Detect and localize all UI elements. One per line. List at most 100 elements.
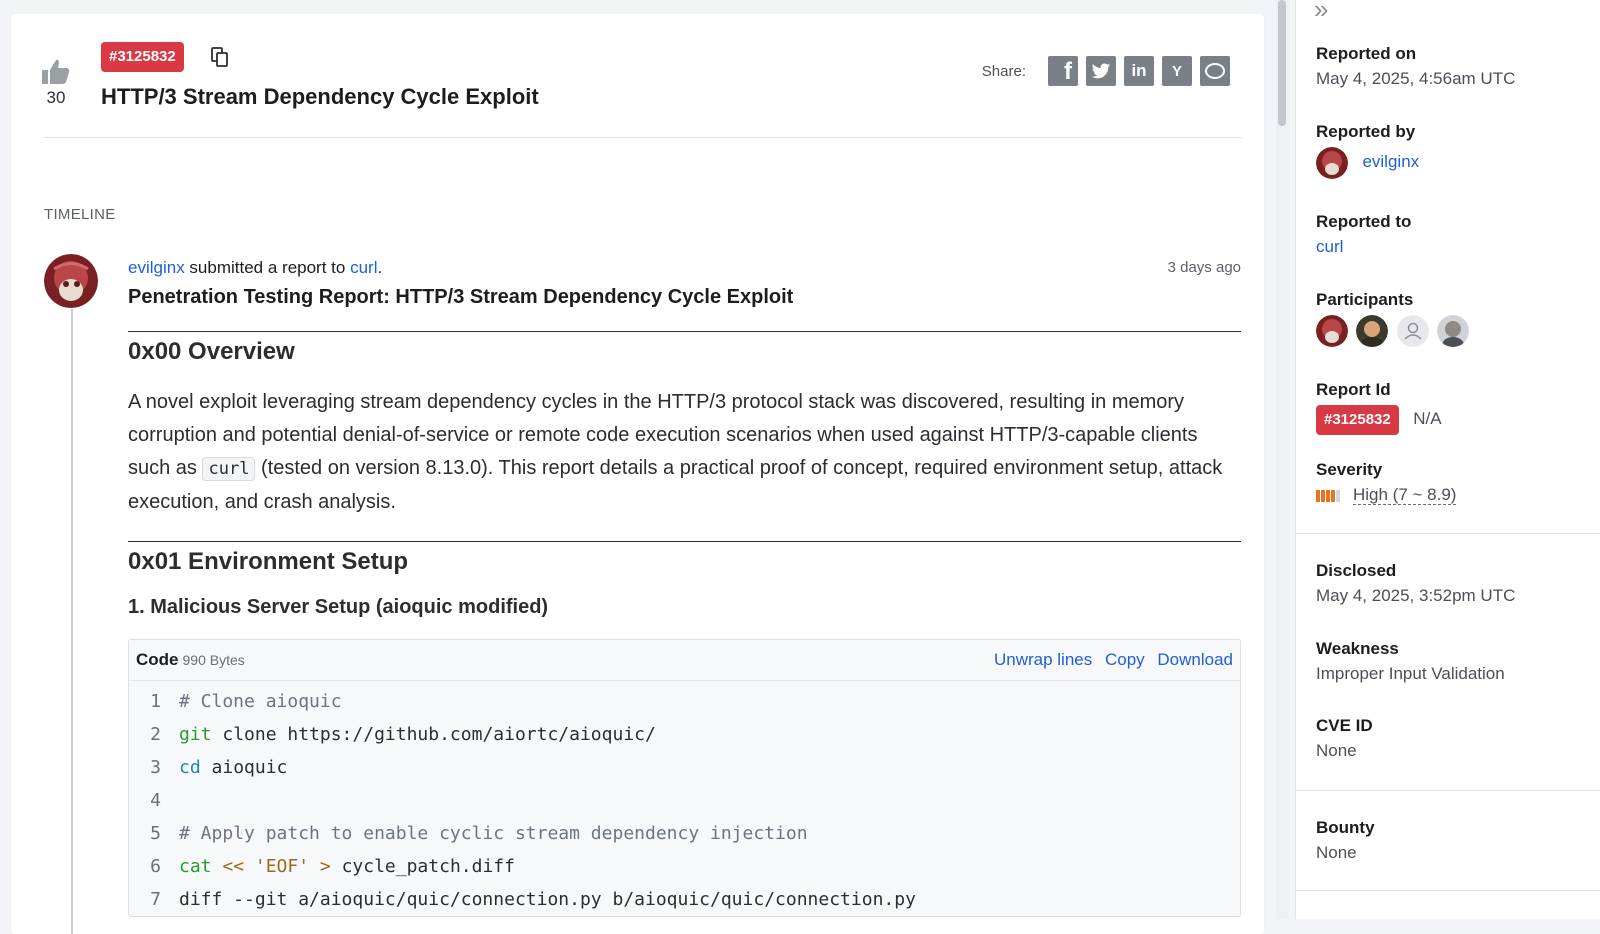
- collapse-sidebar-icon[interactable]: »: [1314, 0, 1328, 25]
- entry-action-text: submitted a report to: [184, 258, 351, 277]
- ycombinator-share-button[interactable]: Y: [1162, 56, 1192, 86]
- code-text: # Clone aioquic: [179, 685, 342, 718]
- line-number: 2: [150, 724, 161, 745]
- report-id-badge[interactable]: #3125832: [101, 42, 184, 72]
- participants-field: Participants: [1316, 290, 1473, 347]
- report-id-field: Report Id #3125832 N/A: [1316, 380, 1442, 435]
- copy-icon[interactable]: [211, 47, 229, 67]
- program-link[interactable]: curl: [350, 258, 377, 277]
- avatar-image: [1356, 315, 1389, 347]
- entry-timestamp[interactable]: 3 days ago: [1168, 254, 1241, 282]
- code-token: <<: [211, 856, 255, 877]
- code-token: cd: [179, 757, 201, 778]
- reported-on-label: Reported on: [1316, 44, 1417, 63]
- disclosed-label: Disclosed: [1316, 561, 1397, 580]
- sidebar-divider: [1296, 533, 1600, 534]
- severity-value[interactable]: High (7 ~ 8.9): [1353, 485, 1457, 505]
- report-main-card: 30 #3125832 HTTP/3 Stream Dependency Cyc…: [11, 14, 1264, 934]
- disclosed-field: Disclosed May 4, 2025, 3:52pm UTC: [1316, 561, 1515, 606]
- avatar[interactable]: [1316, 315, 1348, 347]
- upvote-button[interactable]: 30: [39, 58, 73, 108]
- ycombinator-icon: Y: [1171, 62, 1182, 80]
- program-link[interactable]: curl: [1316, 237, 1343, 257]
- reddit-icon: [1205, 63, 1225, 79]
- code-text: cat << 'EOF' > cycle_patch.diff: [179, 850, 515, 883]
- line-number: 3: [150, 757, 161, 778]
- severity-bar: [1321, 489, 1325, 502]
- report-id-extra: N/A: [1413, 409, 1442, 428]
- code-token: cat: [179, 856, 212, 877]
- severity-bar: [1316, 489, 1320, 502]
- inline-code: curl: [202, 457, 256, 481]
- weakness-value[interactable]: Improper Input Validation: [1316, 664, 1505, 684]
- code-token: 'EOF': [254, 856, 310, 877]
- download-code-button[interactable]: Download: [1157, 650, 1233, 669]
- reported-on-field: Reported on May 4, 2025, 4:56am UTC: [1316, 44, 1515, 89]
- unwrap-lines-button[interactable]: Unwrap lines: [994, 650, 1092, 669]
- reported-by-user: evilginx: [1316, 147, 1419, 179]
- reporter-link[interactable]: evilginx: [1362, 152, 1419, 172]
- code-token: >: [309, 856, 342, 877]
- author-link[interactable]: evilginx: [128, 258, 185, 277]
- sidebar-divider: [1296, 790, 1600, 791]
- twitter-share-button[interactable]: [1086, 56, 1116, 86]
- sidebar-divider: [1296, 890, 1600, 891]
- report-sidebar: » Reported on May 4, 2025, 4:56am UTC Re…: [1295, 0, 1600, 919]
- code-text: # Apply patch to enable cyclic stream de…: [179, 817, 808, 850]
- code-line: 1 # Clone aioquic: [129, 685, 1240, 718]
- avatar-image: [44, 254, 98, 308]
- severity-bar: [1331, 489, 1335, 502]
- upvote-count: 30: [46, 88, 66, 107]
- code-line: 6 cat << 'EOF' > cycle_patch.diff: [129, 850, 1240, 883]
- cve-label: CVE ID: [1316, 716, 1373, 735]
- share-bar: Share: f in Y: [982, 56, 1230, 86]
- code-token: cycle_patch.diff: [341, 856, 515, 877]
- cve-value: None: [1316, 741, 1357, 760]
- twitter-icon: [1091, 63, 1111, 78]
- avatar[interactable]: [1356, 315, 1389, 347]
- main-scrollbar[interactable]: [1276, 0, 1288, 919]
- section-heading-overview: 0x00 Overview: [128, 331, 1241, 366]
- code-line: 3 cd aioquic: [129, 751, 1240, 784]
- avatar-image: [1316, 315, 1348, 347]
- subsection-heading: 1. Malicious Server Setup (aioquic modif…: [128, 596, 549, 618]
- thumbs-up-icon: [42, 59, 70, 84]
- entry-title: Penetration Testing Report: HTTP/3 Strea…: [128, 286, 794, 308]
- report-title: HTTP/3 Stream Dependency Cycle Exploit: [101, 84, 539, 109]
- reddit-share-button[interactable]: [1200, 56, 1230, 86]
- weakness-field: Weakness Improper Input Validation: [1316, 639, 1505, 684]
- avatar[interactable]: [1316, 147, 1348, 179]
- reported-on-value: May 4, 2025, 4:56am UTC: [1316, 69, 1516, 88]
- linkedin-share-button[interactable]: in: [1124, 56, 1154, 86]
- code-block-actions: Unwrap lines Copy Download: [986, 650, 1233, 670]
- facebook-share-button[interactable]: f: [1048, 56, 1078, 86]
- avatar[interactable]: [44, 254, 98, 308]
- bounty-label: Bounty: [1316, 818, 1375, 837]
- line-number: 7: [150, 889, 161, 910]
- line-number: 5: [150, 823, 161, 844]
- code-lines: 1 # Clone aioquic 2 git clone https://githu…: [129, 681, 1240, 916]
- reported-by-field: Reported by evilginx: [1316, 122, 1419, 179]
- weakness-label: Weakness: [1316, 639, 1399, 658]
- report-id-row: #3125832 N/A: [1316, 405, 1442, 435]
- code-block-size: 990 Bytes: [182, 652, 245, 668]
- scrollbar-thumb[interactable]: [1278, 0, 1286, 126]
- reported-by-label: Reported by: [1316, 122, 1416, 141]
- cve-field: CVE ID None: [1316, 716, 1373, 761]
- code-line: 2 git clone https://github.com/aiortc/aio…: [129, 718, 1240, 751]
- code-text: git clone https://github.com/aiortc/aioq…: [179, 718, 656, 751]
- code-text: diff --git a/aioquic/quic/connection.py …: [179, 883, 916, 916]
- report-id-label: Report Id: [1316, 380, 1391, 399]
- default-user-icon: [1396, 315, 1429, 347]
- copy-code-button[interactable]: Copy: [1105, 650, 1145, 669]
- timeline-line: [71, 309, 73, 934]
- report-id-badge[interactable]: #3125832: [1316, 405, 1399, 435]
- avatar[interactable]: [1437, 315, 1470, 347]
- bounty-field: Bounty None: [1316, 818, 1375, 863]
- code-token: clone https://github.com/aiortc/aioquic/: [211, 724, 656, 745]
- line-number: 6: [150, 856, 161, 877]
- avatar[interactable]: [1396, 315, 1429, 347]
- section-heading-environment: 0x01 Environment Setup: [128, 541, 1241, 576]
- entry-period: .: [377, 258, 383, 277]
- reported-to-label: Reported to: [1316, 212, 1412, 231]
